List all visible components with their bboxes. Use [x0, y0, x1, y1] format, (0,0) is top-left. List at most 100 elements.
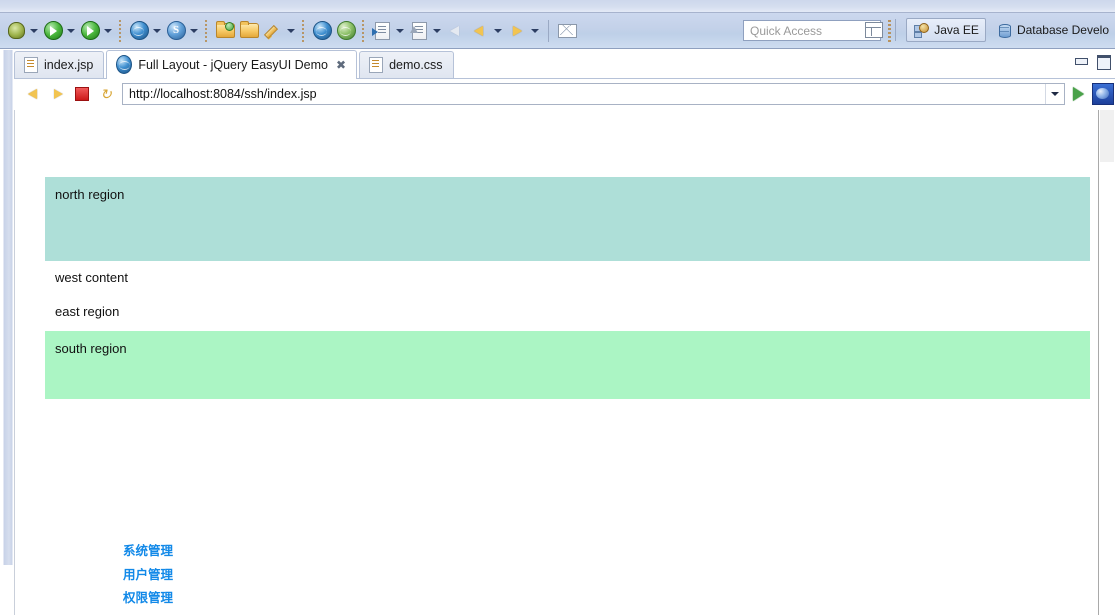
perspective-java-ee[interactable]: Java EE	[906, 18, 986, 42]
region-text: west content	[55, 270, 128, 285]
toolbar-open-project[interactable]	[213, 16, 237, 46]
toolbar-back-disabled	[444, 16, 468, 46]
layout-region-south: south region	[45, 331, 1090, 399]
globe-icon[interactable]	[311, 20, 333, 42]
forward-dropdown-caret[interactable]	[528, 20, 541, 42]
page-vertical-scrollbar[interactable]	[1098, 110, 1115, 615]
browser-toolbar: ↻ http://localhost:8084/ssh/index.jsp	[14, 79, 1115, 109]
run-icon[interactable]	[42, 20, 64, 42]
browser-url-bar[interactable]: http://localhost:8084/ssh/index.jsp	[122, 83, 1065, 105]
editor-tab-full-layout-demo[interactable]: Full Layout - jQuery EasyUI Demo ✖	[106, 50, 358, 79]
perspective-separator	[895, 19, 897, 41]
editor-tab-label: index.jsp	[44, 58, 94, 72]
toolbar-open-web-browser[interactable]	[310, 16, 334, 46]
mail-icon[interactable]	[556, 20, 578, 42]
editor-tab-label: Full Layout - jQuery EasyUI Demo	[138, 57, 328, 72]
toolbar-new-jsp-group[interactable]	[127, 16, 164, 46]
edit-dropdown-caret[interactable]	[284, 20, 297, 42]
folder-dot-icon[interactable]	[214, 20, 236, 42]
editor-tab-demo-css[interactable]: demo.css	[359, 51, 454, 78]
toolbar-edit-group[interactable]	[261, 16, 298, 46]
toolbar-next-annotation-group[interactable]	[407, 16, 444, 46]
browser-forward-button[interactable]	[46, 83, 70, 105]
arrow-right-gold-icon[interactable]	[506, 20, 528, 42]
run-dropdown-caret[interactable]	[64, 20, 77, 42]
toolbar-separator	[119, 19, 123, 42]
quick-access-placeholder: Quick Access	[750, 23, 823, 38]
debug-dropdown-caret[interactable]	[27, 20, 40, 42]
browser-go-button[interactable]	[1065, 83, 1091, 105]
layout-region-east: east region	[45, 299, 1090, 327]
toolbar-open-folder[interactable]	[237, 16, 261, 46]
circle-blue-s-icon[interactable]: S	[165, 20, 187, 42]
region-text: south region	[55, 341, 127, 356]
new-jsp-dropdown-caret[interactable]	[150, 20, 163, 42]
url-input[interactable]: http://localhost:8084/ssh/index.jsp	[123, 87, 1045, 101]
toolbar-new-server-group[interactable]: S	[164, 16, 201, 46]
arrow-left-gold-icon[interactable]	[469, 20, 491, 42]
browser-refresh-icon[interactable]: ↻	[94, 83, 118, 105]
search-globe-icon[interactable]	[335, 20, 357, 42]
editor-left-band	[0, 50, 14, 565]
editor-area: index.jsp Full Layout - jQuery EasyUI De…	[0, 50, 1115, 615]
javaee-icon	[913, 22, 929, 38]
toolbar-back-group[interactable]	[468, 16, 505, 46]
browser-page-viewport: north region west content east region so…	[14, 110, 1115, 615]
link-user-management[interactable]: 用户管理	[123, 568, 173, 582]
debug-bug-icon[interactable]	[5, 20, 27, 42]
link-system-management[interactable]: 系统管理	[123, 544, 173, 558]
perspective-label: Database Develo	[1016, 23, 1109, 37]
doc-up-icon[interactable]	[408, 20, 430, 42]
application-window: S Quick Access Java EE Database Develo i…	[0, 0, 1115, 615]
browser-extra-icon[interactable]	[1091, 83, 1115, 105]
next-annotation-caret[interactable]	[430, 20, 443, 42]
layout-region-north: north region	[45, 177, 1090, 261]
new-jsp-wizard-icon[interactable]	[128, 20, 150, 42]
perspective-label: Java EE	[934, 23, 979, 37]
arrow-left-pale-icon	[445, 20, 467, 42]
maximize-button[interactable]	[1095, 54, 1111, 70]
perspective-bar: Java EE Database Develo	[863, 16, 1115, 44]
back-dropdown-caret[interactable]	[491, 20, 504, 42]
browser-back-button[interactable]	[22, 83, 46, 105]
browser-stop-button[interactable]	[70, 83, 94, 105]
ide-menu-strip	[0, 0, 1115, 13]
scrollbar-thumb[interactable]	[1100, 110, 1114, 162]
editor-tab-index-jsp[interactable]: index.jsp	[14, 51, 105, 78]
open-perspective-icon[interactable]	[863, 19, 885, 41]
toolbar-forward-group[interactable]	[505, 16, 542, 46]
database-icon	[996, 22, 1012, 38]
toolbar-separator	[302, 19, 306, 42]
close-icon[interactable]: ✖	[336, 59, 346, 71]
pencil-icon[interactable]	[262, 20, 284, 42]
layout-region-west: west content	[45, 265, 1090, 293]
toolbar-external-tools-group[interactable]	[78, 16, 115, 46]
jsp-file-icon	[24, 57, 38, 73]
web-browser-icon	[116, 55, 133, 74]
new-server-dropdown-caret[interactable]	[187, 20, 200, 42]
link-permission-management[interactable]: 权限管理	[123, 591, 173, 605]
css-file-icon	[369, 57, 384, 73]
region-text: east region	[55, 304, 120, 319]
toolbar-mail[interactable]	[555, 16, 579, 46]
previous-annotation-caret[interactable]	[393, 20, 406, 42]
toolbar-separator	[548, 19, 549, 42]
folder-icon[interactable]	[238, 20, 260, 42]
editor-tab-row: index.jsp Full Layout - jQuery EasyUI De…	[14, 50, 1115, 79]
editor-window-controls	[1073, 54, 1111, 70]
toolbar-debug-group[interactable]	[4, 16, 41, 46]
toolbar-separator	[205, 19, 209, 42]
external-tools-dropdown-caret[interactable]	[101, 20, 114, 42]
perspective-database-development[interactable]: Database Develo	[990, 19, 1115, 41]
run-external-tools-icon[interactable]	[79, 20, 101, 42]
toolbar-separator	[362, 19, 366, 42]
editor-tab-label: demo.css	[389, 58, 443, 72]
toolbar-previous-annotation-group[interactable]	[370, 16, 407, 46]
doc-arrow-icon[interactable]	[371, 20, 393, 42]
region-text: north region	[55, 187, 125, 202]
chevron-down-icon[interactable]	[1045, 84, 1064, 104]
toolbar-run-group[interactable]	[41, 16, 78, 46]
quick-access-input[interactable]: Quick Access	[743, 20, 881, 41]
minimize-button[interactable]	[1073, 54, 1089, 68]
toolbar-search-web[interactable]	[334, 16, 358, 46]
